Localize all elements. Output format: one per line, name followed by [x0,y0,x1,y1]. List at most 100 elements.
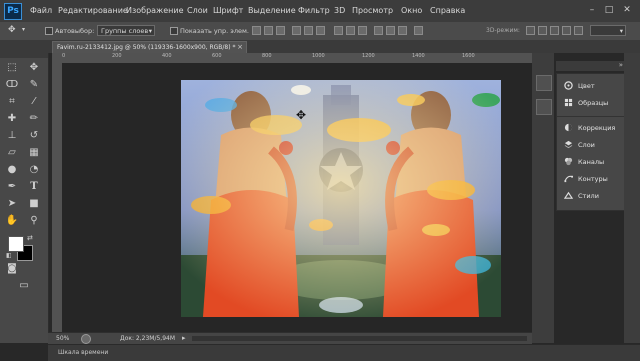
menu-window[interactable]: Окно [401,6,422,15]
panel-item-layers[interactable]: Слои [557,137,625,153]
close-tab-icon[interactable]: × [237,42,243,53]
shape-tool-icon[interactable]: ■ [26,197,42,211]
menu-3d[interactable]: 3D [334,6,345,15]
brush-tool-icon[interactable]: ✏ [26,112,42,126]
panel-divider [557,116,625,117]
menu-layers[interactable]: Слои [187,6,208,15]
color-wheel-icon [564,81,573,90]
spot-heal-tool-icon[interactable]: ✚ [4,112,20,126]
crop-tool-icon[interactable]: ⌗ [4,95,20,109]
history-brush-tool-icon[interactable]: ↺ [26,129,42,143]
menu-view[interactable]: Просмотр [352,6,393,15]
3d-scale-icon[interactable] [574,26,583,35]
marquee-tool-icon[interactable]: ⬚ [4,61,20,75]
move-tool-icon[interactable]: ✥ [8,25,16,35]
pen-tool-icon[interactable]: ✒ [4,180,20,194]
workspace-dropdown[interactable]: ▾ [590,25,626,36]
panel-group-header[interactable]: » [556,61,626,71]
document-canvas-image[interactable] [181,80,501,317]
3d-slide-icon[interactable] [562,26,571,35]
maximize-icon[interactable]: □ [602,4,616,16]
gradient-tool-icon[interactable]: ▦ [26,146,42,160]
menu-edit[interactable]: Редактирование [58,6,128,15]
ruler-number: 1200 [362,53,375,59]
history-panel-icon[interactable] [536,75,552,91]
align-right-icon[interactable] [316,26,325,35]
menu-help[interactable]: Справка [430,6,465,15]
styles-icon [564,191,573,199]
distribute-bottom-icon[interactable] [358,26,367,35]
close-icon[interactable]: ✕ [620,4,634,16]
panel-item-adjustments[interactable]: Коррекция [557,120,625,136]
menu-type[interactable]: Шрифт [213,6,243,15]
menu-filter[interactable]: Фильтр [298,6,330,15]
horizontal-scrollbar[interactable] [192,336,527,341]
tool-preset-dropdown-icon[interactable]: ▾ [22,26,25,33]
menu-file[interactable]: Файл [30,6,52,15]
screen-mode-icon[interactable]: ▭ [16,279,32,293]
auto-align-icon[interactable] [414,26,423,35]
distribute-hcenter-icon[interactable] [386,26,395,35]
menu-image[interactable]: Изображение [126,6,184,15]
panel-item-styles[interactable]: Стили [557,188,625,204]
show-transform-checkbox[interactable] [170,27,178,35]
type-tool-icon[interactable]: T [26,180,42,194]
zoom-level[interactable]: 50% [56,335,69,342]
status-menu-arrow-icon[interactable]: ▸ [182,334,186,342]
layers-icon [564,140,573,149]
align-hcenter-icon[interactable] [304,26,313,35]
lasso-tool-icon[interactable]: ↀ [4,78,20,92]
distribute-right-icon[interactable] [398,26,407,35]
panel-item-color[interactable]: Цвет [557,78,625,94]
clone-stamp-tool-icon[interactable]: ⊥ [4,129,20,143]
distribute-top-icon[interactable] [334,26,343,35]
chevron-down-icon: ▾ [148,27,152,35]
foreground-color-swatch[interactable] [8,236,24,252]
ruler-number: 400 [162,53,172,59]
move-tool-icon[interactable]: ✥ [26,61,42,75]
minimize-icon[interactable]: – [585,4,599,16]
properties-panel-icon[interactable] [536,99,552,115]
move-cursor-icon: ✥ [296,108,307,122]
default-colors-icon[interactable]: ◧ [6,252,12,259]
info-icon[interactable] [81,334,91,344]
auto-select-checkbox[interactable] [45,27,53,35]
quick-mask-icon[interactable]: ◙ [4,262,20,276]
panel-item-swatches[interactable]: Образцы [557,95,625,111]
distribute-vcenter-icon[interactable] [346,26,355,35]
eyedropper-tool-icon[interactable]: ⁄ [26,95,42,109]
panel-item-paths[interactable]: Контуры [557,171,625,187]
3d-rotate-icon[interactable] [526,26,535,35]
document-tab[interactable]: Favim.ru-2133412.jpg @ 50% (119336-1600x… [52,41,247,53]
align-bottom-icon[interactable] [276,26,285,35]
ruler-number: 1000 [312,53,325,59]
panel-label: Стили [578,192,599,200]
document-size: Док: 2,23M/5,94M [120,335,176,342]
align-top-icon[interactable] [252,26,261,35]
3d-roll-icon[interactable] [538,26,547,35]
collapse-panels-icon[interactable]: » [619,61,623,69]
channels-icon [564,157,573,166]
align-left-icon[interactable] [292,26,301,35]
align-vcenter-icon[interactable] [264,26,273,35]
3d-pan-icon[interactable] [550,26,559,35]
menu-select[interactable]: Выделение [248,6,296,15]
timeline-panel-bar[interactable]: Шкала времени [48,344,640,361]
distribute-left-icon[interactable] [374,26,383,35]
panel-item-channels[interactable]: Каналы [557,154,625,170]
quick-select-tool-icon[interactable]: ✎ [26,78,42,92]
toolbox: ⬚ ✥ ↀ ✎ ⌗ ⁄ ✚ ✏ ⊥ ↺ ▱ ▦ ● ◔ ✒ T ➤ ■ ✋ ⚲ … [0,53,49,343]
dodge-tool-icon[interactable]: ◔ [26,163,42,177]
blur-tool-icon[interactable]: ● [4,163,20,177]
swap-colors-icon[interactable]: ⇄ [27,234,33,242]
eraser-tool-icon[interactable]: ▱ [4,146,20,160]
zoom-tool-icon[interactable]: ⚲ [26,214,42,228]
path-select-tool-icon[interactable]: ➤ [4,197,20,211]
swatches-icon [564,98,573,107]
adjustments-icon [564,123,573,132]
auto-select-dropdown[interactable]: Группы слоев ▾ [97,25,155,36]
toolbox-header[interactable] [0,53,48,58]
hand-tool-icon[interactable]: ✋ [4,214,20,228]
show-transform-label: Показать упр. элем. [180,27,249,35]
document-tab-title: Favim.ru-2133412.jpg @ 50% (119336-1600x… [57,44,236,51]
